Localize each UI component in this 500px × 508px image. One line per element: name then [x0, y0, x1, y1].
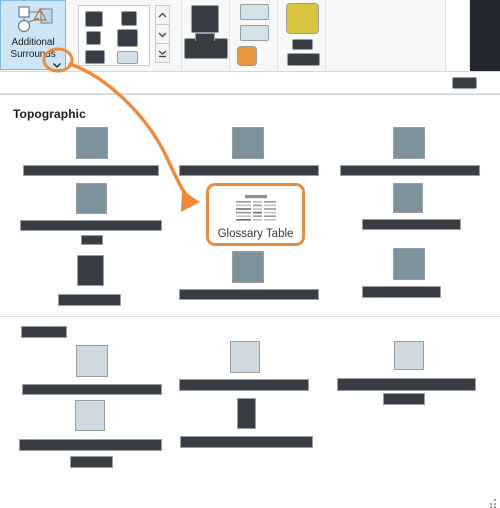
ribbon-shape-8[interactable] [287, 53, 320, 66]
scroll-down-icon[interactable] [155, 24, 170, 44]
surround-label-bar [19, 439, 162, 451]
surround-label-bar [362, 286, 441, 298]
ribbon-shape-4[interactable] [240, 25, 269, 41]
surround-item-3[interactable] [332, 127, 486, 182]
surround-item-8[interactable] [171, 251, 325, 306]
ribbon-segment-text [326, 0, 446, 71]
surround-thumbnail [393, 183, 423, 213]
ribbon-toolbar: Additional Surrounds [0, 0, 500, 72]
surround-label-bar-2 [70, 456, 113, 468]
glossary-table-item[interactable]: Glossary Table [206, 183, 305, 246]
sub-toolbar-item[interactable] [452, 77, 477, 89]
surrounds-gallery[interactable] [78, 5, 150, 66]
surround-item-13[interactable] [11, 400, 165, 470]
gallery-item-2[interactable] [121, 11, 137, 26]
surround-thumbnail [76, 183, 107, 214]
surround-label-bar [340, 165, 480, 176]
surround-thumbnail [237, 398, 256, 429]
resize-grip-icon[interactable] [487, 495, 497, 508]
ribbon-segment-scale-bar [230, 0, 278, 71]
gallery-item-3[interactable] [86, 31, 101, 45]
scroll-up-icon[interactable] [155, 5, 170, 25]
surround-thumbnail [76, 345, 108, 377]
ribbon-shape-6[interactable] [286, 3, 319, 34]
table-icon [232, 194, 280, 226]
surrounds-dropdown-panel: Topographic Glossary Table [0, 94, 500, 508]
gallery-item-6[interactable] [117, 51, 138, 64]
surround-thumbnail [232, 127, 264, 159]
ribbon-shape-7[interactable] [292, 39, 313, 50]
surround-item-6[interactable] [332, 183, 486, 253]
surround-label-bar [337, 378, 476, 391]
expand-gallery-icon[interactable] [155, 43, 170, 63]
ribbon-segment-extra [446, 0, 470, 71]
surround-thumbnail [393, 248, 425, 280]
surround-thumbnail [393, 127, 425, 159]
ribbon-segment-legend [278, 0, 326, 71]
surround-label-bar-top [21, 326, 67, 338]
ribbon-segment-north-arrow [182, 0, 230, 71]
surround-label-bar [179, 379, 309, 391]
additional-surrounds-label-line1: Additional [11, 37, 55, 48]
section-topographic-title: Topographic [13, 107, 86, 121]
surround-item-14[interactable] [171, 398, 325, 468]
surround-item-2[interactable] [171, 127, 325, 182]
surround-label-bar [362, 219, 461, 230]
surround-label-bar-2 [383, 393, 425, 405]
surround-label-bar [58, 294, 121, 306]
ribbon-shape-3[interactable] [240, 4, 269, 20]
surround-item-12[interactable] [332, 341, 486, 405]
surround-item-1[interactable] [11, 127, 165, 182]
surrounds-gallery-window: Additional Surrounds Topographic Glossar… [0, 0, 500, 508]
surround-label-bar [180, 436, 313, 448]
surround-label-bar [22, 384, 162, 395]
ribbon-overflow-panel [470, 0, 500, 71]
surround-thumbnail [394, 341, 424, 370]
surround-item-7[interactable] [11, 255, 165, 310]
ribbon-shape-2-stem[interactable] [195, 33, 215, 41]
additional-surrounds-button[interactable]: Additional Surrounds [0, 0, 66, 70]
surround-item-9[interactable] [332, 248, 486, 303]
ribbon-shape-5[interactable] [237, 46, 257, 66]
sub-toolbar-row [0, 72, 500, 94]
shapes-surrounds-icon [11, 3, 55, 37]
gallery-item-1[interactable] [85, 11, 103, 27]
surround-label-bar [179, 165, 319, 176]
ribbon-segment-gallery [66, 0, 182, 71]
surround-label-bar [23, 165, 159, 176]
section-divider [0, 316, 500, 317]
ribbon-shape-1[interactable] [191, 5, 219, 33]
surround-thumbnail [76, 127, 108, 159]
chevron-down-icon[interactable] [52, 57, 62, 68]
surround-thumbnail [230, 341, 260, 373]
ribbon-shape-2[interactable] [184, 38, 228, 59]
surround-thumbnail [77, 255, 104, 286]
glossary-table-label: Glossary Table [217, 228, 294, 240]
surround-item-10[interactable] [11, 326, 165, 396]
surround-thumbnail [232, 251, 264, 283]
surround-thumbnail [75, 400, 105, 431]
gallery-scroll-buttons [155, 5, 170, 63]
surround-item-4[interactable] [11, 183, 165, 253]
surround-item-11[interactable] [171, 341, 325, 396]
surround-label-bar [20, 220, 162, 231]
surround-label-bar [179, 289, 319, 300]
surround-label-bar-2 [81, 235, 103, 245]
gallery-item-4[interactable] [117, 29, 138, 47]
gallery-item-5[interactable] [85, 50, 105, 64]
